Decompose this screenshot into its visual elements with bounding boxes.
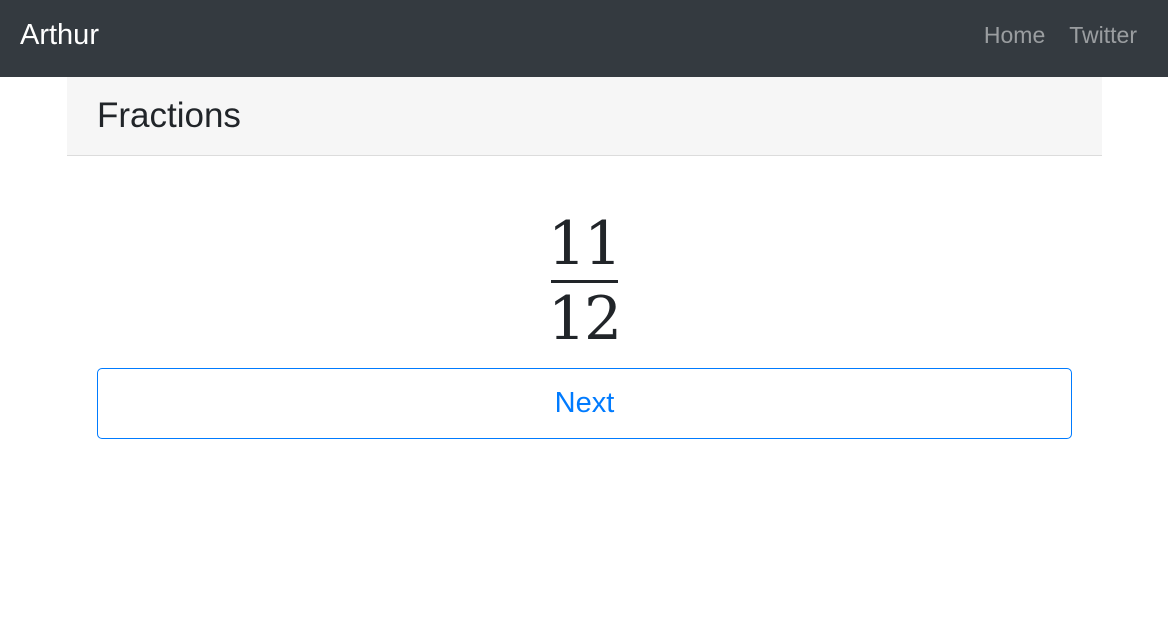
nav-link-twitter[interactable]: Twitter	[1069, 20, 1137, 50]
top-navbar: Arthur Home Twitter	[0, 0, 1168, 77]
card-header: Fractions	[67, 77, 1102, 156]
fraction-numerator: 11	[547, 209, 622, 279]
fraction-display: 11 12	[534, 210, 634, 353]
page-title: Fractions	[97, 96, 241, 135]
nav-link-home[interactable]: Home	[984, 20, 1045, 50]
nav-links: Home Twitter	[984, 20, 1137, 50]
fraction-denominator: 12	[547, 284, 622, 354]
fraction-bar	[550, 280, 618, 283]
next-button[interactable]: Next	[97, 368, 1072, 439]
brand-link[interactable]: Arthur	[20, 17, 99, 53]
